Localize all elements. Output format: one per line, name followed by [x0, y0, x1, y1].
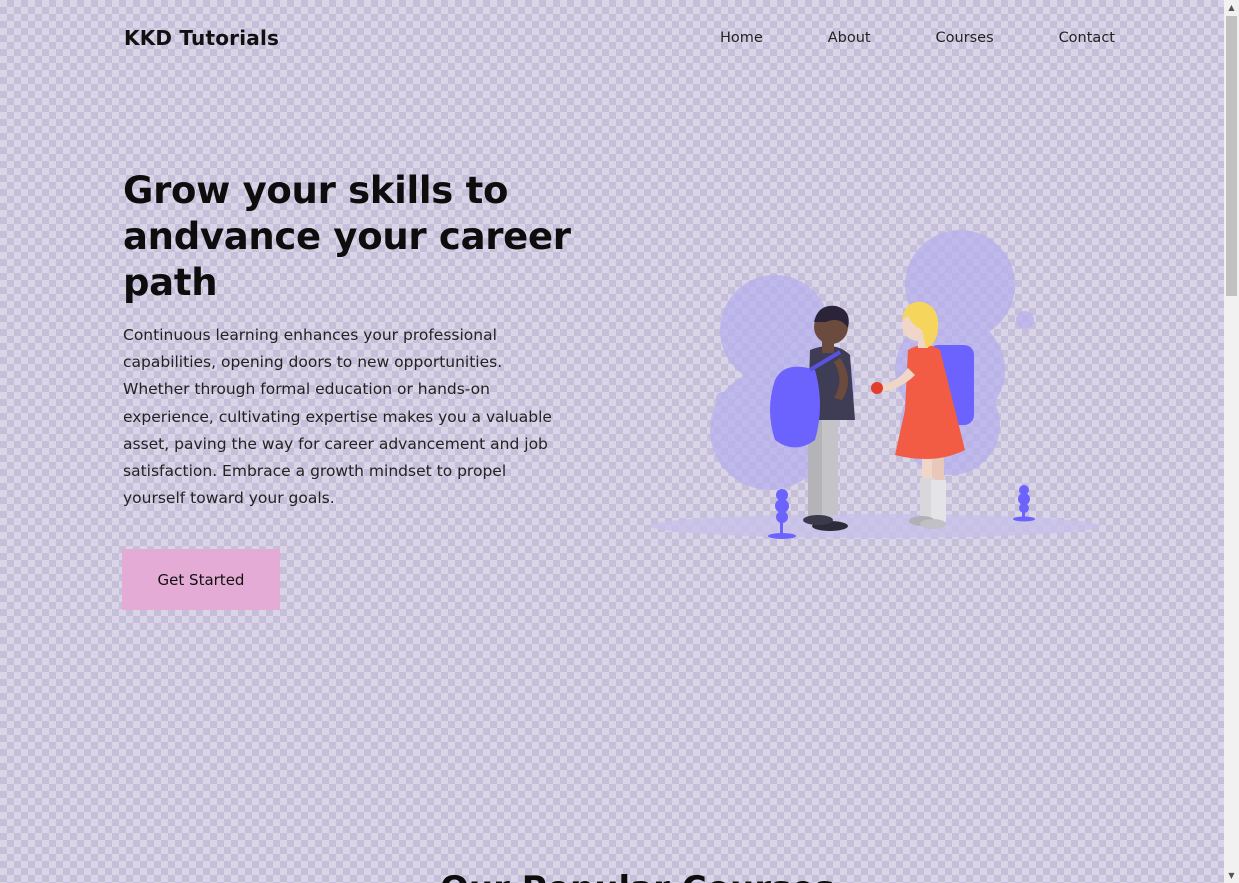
- vertical-scrollbar[interactable]: ▲ ▼: [1224, 0, 1239, 883]
- nav-contact-link[interactable]: Contact: [1059, 30, 1115, 46]
- main-nav: Home About Courses Contact: [700, 30, 1130, 46]
- right-plant: [1013, 485, 1035, 522]
- nav-courses-link[interactable]: Courses: [935, 30, 993, 46]
- popular-courses-heading: Our Popular Courses: [440, 869, 835, 883]
- students-illustration: [650, 230, 1100, 539]
- triangle-up-icon[interactable]: ▲: [1224, 0, 1239, 15]
- site-logo[interactable]: KKD Tutorials: [124, 26, 279, 50]
- get-started-button[interactable]: Get Started: [122, 549, 280, 610]
- triangle-down-icon[interactable]: ▼: [1224, 868, 1239, 883]
- hero-paragraph: Continuous learning enhances your profes…: [123, 326, 552, 508]
- site-header: KKD Tutorials Home About Courses Contact: [0, 0, 1224, 80]
- nav-about-link[interactable]: About: [828, 30, 871, 46]
- scrollbar-thumb[interactable]: [1226, 16, 1237, 296]
- background-blobs: [710, 230, 1034, 490]
- hero-title: Grow your skills to andvance your career…: [123, 169, 571, 304]
- nav-home-link[interactable]: Home: [720, 30, 763, 46]
